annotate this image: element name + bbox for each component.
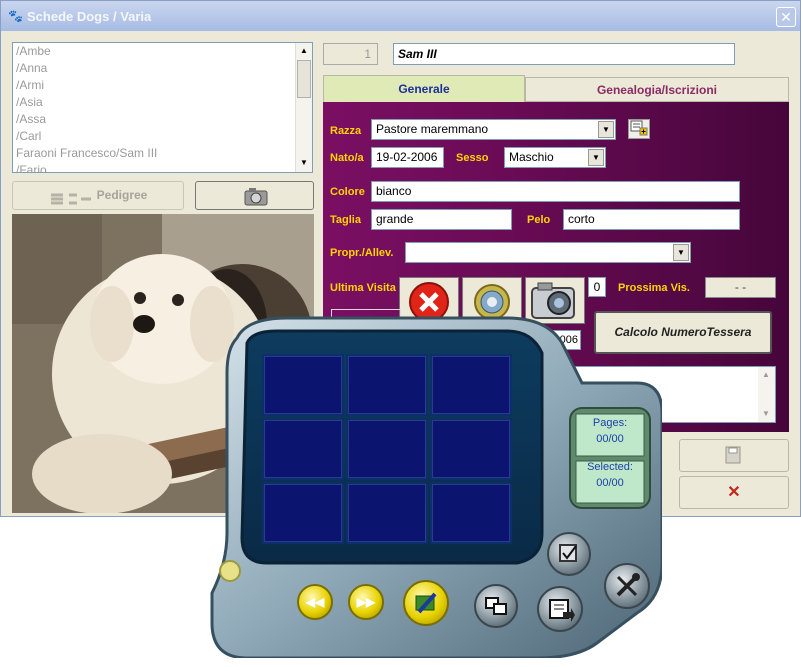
size-field[interactable]: grande bbox=[371, 209, 512, 230]
tools-icon bbox=[616, 573, 640, 597]
thumbnail-slot[interactable] bbox=[432, 356, 510, 414]
razza-value: Pastore maremmano bbox=[376, 122, 489, 136]
scroll-down-icon[interactable]: ▼ bbox=[296, 155, 312, 171]
list-item[interactable]: /Asia bbox=[13, 94, 312, 111]
razza-select[interactable]: Pastore maremmano ▼ bbox=[371, 119, 616, 140]
list-item[interactable]: /Fario bbox=[13, 162, 312, 172]
razza-label: Razza bbox=[330, 125, 362, 137]
edit-button[interactable] bbox=[403, 580, 449, 626]
sex-value: Maschio bbox=[509, 150, 554, 164]
thumbnail-slot[interactable] bbox=[348, 484, 426, 542]
selected-label: Selected: bbox=[587, 461, 633, 473]
image-viewer: Pages: 00/00 Selected: 00/00 ◀◀ ▶▶ bbox=[207, 313, 662, 658]
close-button[interactable]: ✕ bbox=[776, 7, 796, 27]
notes-scrollbar[interactable]: ▲ ▼ bbox=[758, 367, 775, 422]
dog-list[interactable]: /Ambe /Anna /Armi /Asia /Assa /Carl Fara… bbox=[12, 42, 313, 173]
dog-name-field[interactable]: Sam III bbox=[393, 43, 735, 65]
add-breed-icon[interactable] bbox=[628, 119, 650, 139]
pages-label: Pages: bbox=[592, 417, 628, 429]
floppy-icon bbox=[725, 446, 741, 464]
scroll-up-icon[interactable]: ▲ bbox=[758, 367, 774, 383]
scroll-up-icon[interactable]: ▲ bbox=[296, 43, 312, 59]
tab-generale[interactable]: Generale bbox=[323, 75, 525, 102]
camera-icon bbox=[244, 186, 268, 209]
list-item[interactable]: /Armi bbox=[13, 77, 312, 94]
save-button[interactable] bbox=[679, 439, 789, 472]
visit-count[interactable]: 0 bbox=[588, 277, 606, 297]
pedigree-button[interactable]: Pedigree bbox=[12, 181, 184, 210]
pelo-label: Pelo bbox=[527, 214, 551, 226]
record-number: 1 bbox=[323, 43, 378, 65]
prossima-visita-label: Prossima Vis. bbox=[618, 282, 690, 294]
check-button[interactable] bbox=[547, 532, 591, 576]
ultima-visita-label: Ultima Visita bbox=[330, 282, 396, 294]
selected-value: 00/00 bbox=[596, 477, 624, 489]
proprietario-label: Propr./Allev. bbox=[330, 247, 394, 259]
thumbnail-slot[interactable] bbox=[264, 420, 342, 478]
thumbnail-slot[interactable] bbox=[432, 484, 510, 542]
list-item[interactable]: /Assa bbox=[13, 111, 312, 128]
thumbnail-slot[interactable] bbox=[264, 484, 342, 542]
tree-icon bbox=[49, 189, 93, 205]
thumbnail-slot[interactable] bbox=[348, 420, 426, 478]
colore-label: Colore bbox=[330, 186, 365, 198]
next-visit-field[interactable]: - - bbox=[705, 277, 776, 298]
checkbox-icon bbox=[559, 544, 577, 562]
tab-genealogia[interactable]: Genealogia/Iscrizioni bbox=[525, 77, 789, 102]
chevron-down-icon[interactable]: ▼ bbox=[673, 244, 689, 261]
scroll-thumb[interactable] bbox=[297, 60, 311, 98]
list-item[interactable]: /Ambe bbox=[13, 43, 312, 60]
next-button[interactable]: ▶▶ bbox=[348, 584, 384, 620]
owner-select[interactable]: ▼ bbox=[405, 242, 691, 263]
list-item[interactable]: Faraoni Francesco/Sam III bbox=[13, 145, 312, 162]
list-scrollbar[interactable]: ▲ ▼ bbox=[295, 43, 312, 172]
paw-icon: 🐾 bbox=[8, 9, 23, 23]
thumbnail-slot[interactable] bbox=[348, 356, 426, 414]
birthdate-field[interactable]: 19-02-2006 bbox=[371, 147, 444, 168]
coat-field[interactable]: corto bbox=[563, 209, 740, 230]
list-item[interactable]: /Carl bbox=[13, 128, 312, 145]
edit-icon bbox=[415, 592, 437, 614]
window-title: Schede Dogs / Varia bbox=[27, 9, 152, 24]
previous-button[interactable]: ◀◀ bbox=[297, 584, 333, 620]
sesso-label: Sesso bbox=[456, 152, 489, 164]
scroll-down-icon[interactable]: ▼ bbox=[758, 406, 774, 422]
pedigree-label: Pedigree bbox=[96, 188, 148, 202]
sex-select[interactable]: Maschio ▼ bbox=[504, 147, 606, 168]
chevron-down-icon[interactable]: ▼ bbox=[598, 121, 614, 138]
export-icon bbox=[549, 599, 575, 622]
pages-value: 00/00 bbox=[596, 433, 624, 445]
cancel-button[interactable]: ✕ bbox=[679, 476, 789, 509]
thumbnail-slot[interactable] bbox=[432, 420, 510, 478]
thumbnail-slot[interactable] bbox=[264, 356, 342, 414]
list-item[interactable]: /Anna bbox=[13, 60, 312, 77]
export-button[interactable] bbox=[537, 586, 583, 632]
tools-button[interactable] bbox=[604, 563, 650, 609]
view-icon bbox=[485, 597, 507, 615]
taglia-label: Taglia bbox=[330, 214, 361, 226]
chevron-down-icon[interactable]: ▼ bbox=[588, 149, 604, 166]
photo-button[interactable] bbox=[195, 181, 314, 210]
title-bar: 🐾 Schede Dogs / Varia ✕ bbox=[1, 1, 800, 31]
color-field[interactable]: bianco bbox=[371, 181, 740, 202]
view-button[interactable] bbox=[474, 584, 518, 628]
nato-label: Nato/a bbox=[330, 152, 364, 164]
